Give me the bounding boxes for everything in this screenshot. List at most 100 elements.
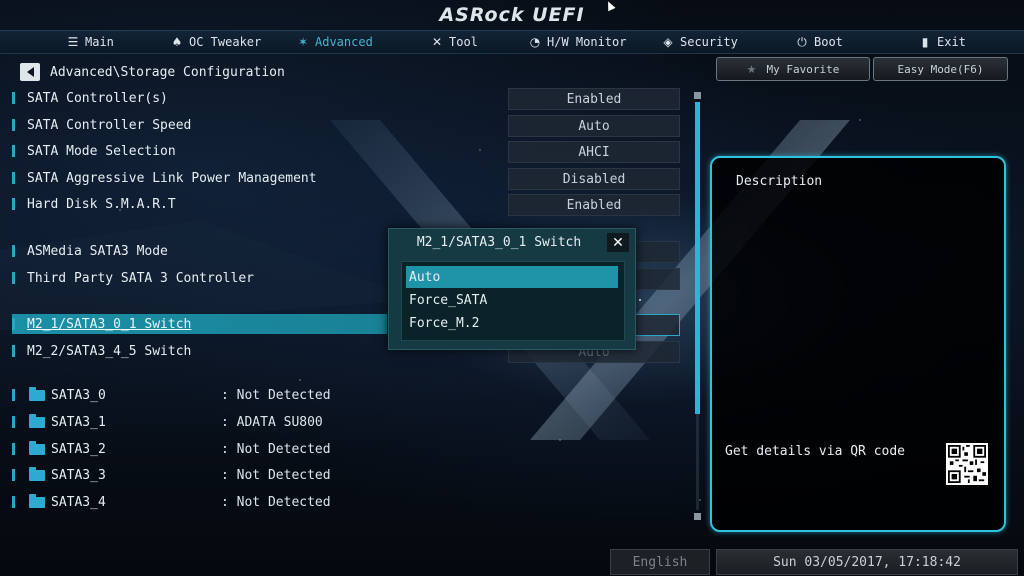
row-marker <box>12 92 15 104</box>
tab-boot-label: Boot <box>814 35 843 49</box>
drive-status: : Not Detected <box>221 387 331 403</box>
row-marker <box>12 172 15 184</box>
row-marker <box>12 272 15 284</box>
row-marker <box>12 318 15 330</box>
setting-m2-2-switch[interactable]: M2_2/SATA3_4_5 Switch <box>12 341 191 361</box>
drive-row: SATA3_1 : ADATA SU800 <box>12 412 323 432</box>
monitor-icon: ◔ <box>529 35 541 49</box>
my-favorite-label: My Favorite <box>766 62 840 76</box>
drive-folder-icon <box>29 386 45 401</box>
setting-m2-1-switch[interactable]: M2_1/SATA3_0_1 Switch <box>12 314 387 334</box>
tab-security[interactable]: ◈ Security <box>661 33 738 51</box>
popup-option-auto[interactable]: Auto <box>406 266 618 288</box>
setting-label: ASMedia SATA3 Mode <box>27 243 168 259</box>
setting-hard-disk-smart[interactable]: Hard Disk S.M.A.R.T <box>12 194 176 214</box>
scroll-down-arrow-icon[interactable] <box>694 513 701 520</box>
drive-status: : Not Detected <box>221 467 331 483</box>
row-marker <box>12 416 15 428</box>
scroll-thumb[interactable] <box>695 102 700 414</box>
popup-title: M2_1/SATA3_0_1 Switch <box>416 235 582 250</box>
drive-row: SATA3_4 : Not Detected <box>12 492 331 512</box>
drive-status: : Not Detected <box>221 441 331 457</box>
row-marker <box>12 469 15 481</box>
tab-oc-tweaker[interactable]: ♠ OC Tweaker <box>170 33 262 51</box>
setting-label: SATA Mode Selection <box>27 143 176 159</box>
value-sata-controller-speed[interactable]: Auto <box>508 115 680 137</box>
qr-code-icon <box>946 443 988 485</box>
language-button[interactable]: English <box>610 549 710 575</box>
drive-folder-icon <box>29 413 45 428</box>
tab-security-label: Security <box>680 35 738 49</box>
setting-label: M2_2/SATA3_4_5 Switch <box>27 343 192 359</box>
popup-option-force-m2[interactable]: Force_M.2 <box>406 312 618 334</box>
exit-icon: ▮ <box>921 35 929 49</box>
setting-sata-controller-speed[interactable]: SATA Controller Speed <box>12 115 191 135</box>
setting-label: Third Party SATA 3 Controller <box>27 270 254 286</box>
top-nav-bar: ☰ Main ♠ OC Tweaker ✶ Advanced ✕ Tool ◔ … <box>0 30 1024 54</box>
tab-hw-monitor-label: H/W Monitor <box>547 35 627 49</box>
drive-name: SATA3_2 <box>51 441 106 457</box>
tab-tool-label: Tool <box>449 35 478 49</box>
tab-advanced-label: Advanced <box>315 35 373 49</box>
drive-status: : Not Detected <box>221 494 331 510</box>
popup-option-force-sata[interactable]: Force_SATA <box>406 289 618 311</box>
breadcrumb-path: Advanced\Storage Configuration <box>50 64 285 80</box>
drive-row: SATA3_3 : Not Detected <box>12 465 331 485</box>
tools-icon: ✕ <box>431 35 443 49</box>
back-arrow-icon <box>26 67 34 77</box>
favorite-star-icon: ★ <box>746 62 757 76</box>
value-sata-mode-selection[interactable]: AHCI <box>508 141 680 163</box>
value-sata-alpm[interactable]: Disabled <box>508 168 680 190</box>
setting-sata-controllers[interactable]: SATA Controller(s) <box>12 88 168 108</box>
row-marker <box>12 198 15 210</box>
shield-icon: ◈ <box>663 35 673 49</box>
value-sata-controllers[interactable]: Enabled <box>508 88 680 110</box>
description-title: Description <box>736 174 823 189</box>
brand-logo: ASRock UEFI <box>439 4 585 26</box>
drive-name: SATA3_1 <box>51 414 106 430</box>
close-icon[interactable]: ✕ <box>607 233 629 252</box>
setting-label: SATA Aggressive Link Power Management <box>27 170 317 186</box>
value-hard-disk-smart[interactable]: Enabled <box>508 194 680 216</box>
tab-tool[interactable]: ✕ Tool <box>430 33 478 51</box>
rocket-icon: ♠ <box>171 35 183 49</box>
description-panel: Description Get details via QR code <box>710 156 1006 532</box>
drive-folder-icon <box>29 440 45 455</box>
list-icon: ☰ <box>67 35 79 49</box>
breadcrumb: Advanced\Storage Configuration <box>20 63 285 81</box>
my-favorite-button[interactable]: ★ My Favorite <box>716 57 870 81</box>
star-icon: ✶ <box>297 35 309 49</box>
settings-scrollbar[interactable] <box>694 92 701 520</box>
drive-name: SATA3_3 <box>51 467 106 483</box>
tab-main[interactable]: ☰ Main <box>66 33 114 51</box>
row-marker <box>12 496 15 508</box>
row-marker <box>12 145 15 157</box>
setting-sata-mode-selection[interactable]: SATA Mode Selection <box>12 141 176 161</box>
setting-third-party-sata3[interactable]: Third Party SATA 3 Controller <box>12 268 254 288</box>
tab-exit-label: Exit <box>937 35 966 49</box>
qr-code-text: Get details via QR code <box>725 444 906 459</box>
setting-asmedia-sata3-mode[interactable]: ASMedia SATA3 Mode <box>12 241 168 261</box>
drive-name: SATA3_0 <box>51 387 106 403</box>
tab-exit[interactable]: ▮ Exit <box>918 33 966 51</box>
datetime-display: Sun 03/05/2017, 17:18:42 <box>716 549 1018 575</box>
row-marker <box>12 345 15 357</box>
tab-oc-tweaker-label: OC Tweaker <box>189 35 262 49</box>
drive-folder-icon <box>29 493 45 508</box>
tab-hw-monitor[interactable]: ◔ H/W Monitor <box>528 33 627 51</box>
switch-option-popup: M2_1/SATA3_0_1 Switch ✕ Auto Force_SATA … <box>388 228 636 350</box>
back-button[interactable] <box>20 63 40 81</box>
power-icon: ⏻ <box>797 34 807 49</box>
tab-main-label: Main <box>85 35 114 49</box>
easy-mode-button[interactable]: Easy Mode(F6) <box>873 57 1008 81</box>
scroll-up-arrow-icon[interactable] <box>694 92 701 99</box>
row-marker <box>12 119 15 131</box>
setting-label: SATA Controller Speed <box>27 117 192 133</box>
row-marker <box>12 245 15 257</box>
setting-label: SATA Controller(s) <box>27 90 168 106</box>
tab-boot[interactable]: ⏻ Boot <box>795 33 843 51</box>
setting-sata-alpm[interactable]: SATA Aggressive Link Power Management <box>12 168 317 188</box>
drive-status: : ADATA SU800 <box>221 414 323 430</box>
tab-advanced[interactable]: ✶ Advanced <box>296 33 373 51</box>
drive-row: SATA3_2 : Not Detected <box>12 439 331 459</box>
